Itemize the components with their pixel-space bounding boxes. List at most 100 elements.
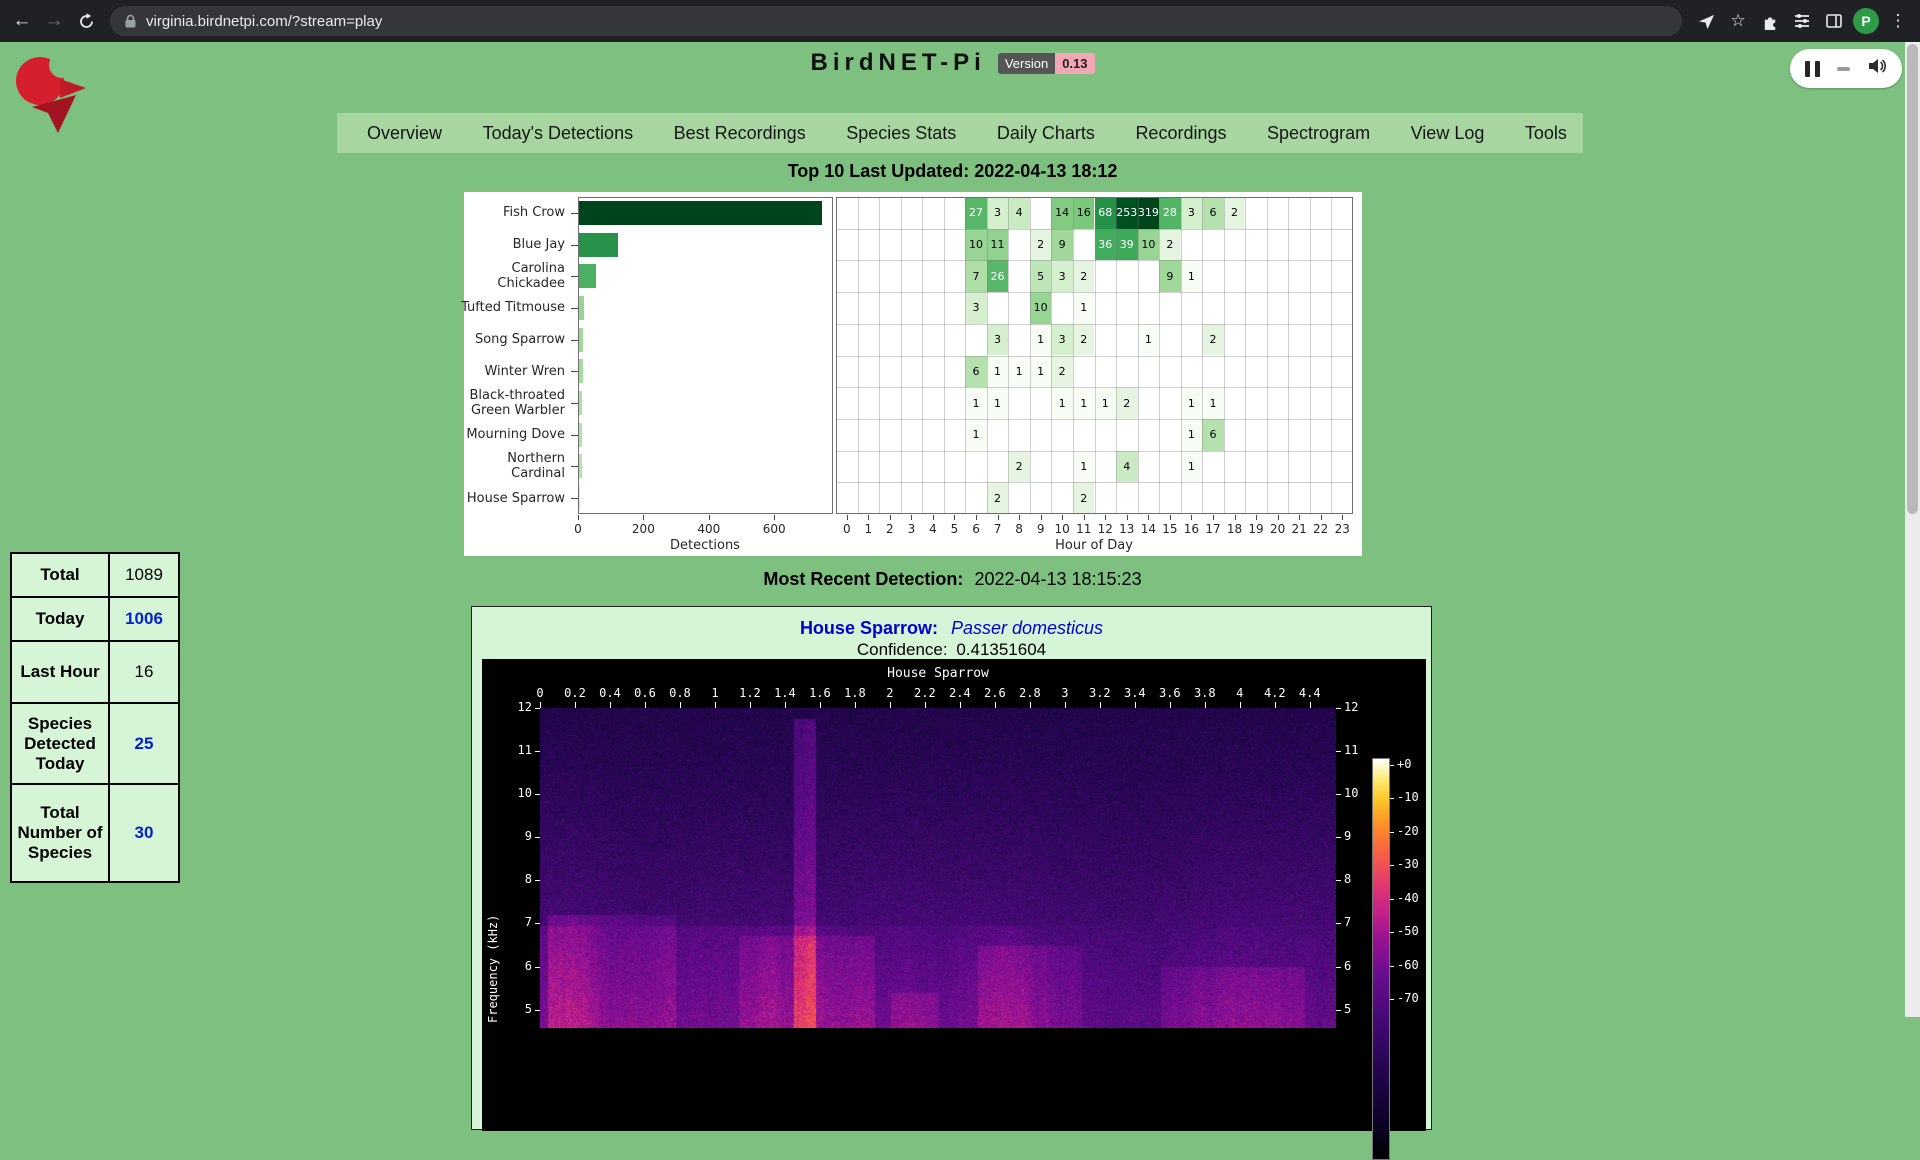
birdnet-logo	[10, 51, 100, 144]
spec-freq-label-left: 8	[488, 872, 532, 886]
heatmap-xtick	[890, 515, 891, 520]
bar-category-label: Mourning Dove	[431, 427, 565, 442]
side-panel-icon[interactable]	[1818, 5, 1850, 37]
pause-button[interactable]	[1805, 61, 1820, 77]
heatmap-cell: 3	[965, 292, 987, 324]
heatmap-xtick-label: 15	[1158, 522, 1182, 536]
spectrogram-image: House Sparrow Frequency (kHz) 00.20.40.6…	[482, 659, 1426, 1131]
nav-item-overview[interactable]: Overview	[367, 123, 442, 144]
nav-item-view-log[interactable]: View Log	[1411, 123, 1485, 144]
heatmap-xtick-label: 20	[1266, 522, 1290, 536]
heatmap-xtick-label: 6	[964, 522, 988, 536]
spec-freq-tick	[1336, 794, 1341, 795]
spec-time-tick	[1205, 702, 1206, 708]
spec-freq-label-left: 7	[488, 915, 532, 929]
heatmap-cell: 2	[1008, 451, 1030, 483]
detection-species-line: House Sparrow: Passer domesticus	[472, 618, 1431, 639]
heatmap-xtick	[1235, 515, 1236, 520]
heatmap-xtick	[1321, 515, 1322, 520]
stats-row: Today1006	[11, 597, 179, 641]
bar	[579, 264, 596, 288]
heatmap-xtick	[911, 515, 912, 520]
spec-time-tick	[785, 702, 786, 708]
scientific-name-link[interactable]: Passer domesticus	[951, 618, 1103, 638]
spec-colorbar-label: -10	[1397, 790, 1419, 804]
bar-category-label: Tufted Titmouse	[431, 300, 565, 315]
url-bar[interactable]: virginia.birdnetpi.com/?stream=play	[110, 6, 1682, 36]
heatmap-cell: 68	[1095, 197, 1117, 229]
heatmap-xtick-label: 5	[942, 522, 966, 536]
spectrogram-title: House Sparrow	[540, 666, 1336, 681]
heatmap-cell: 319	[1138, 197, 1160, 229]
forward-button[interactable]: →	[38, 5, 70, 37]
heatmap-cell: 1	[1095, 387, 1117, 419]
page-scrollbar[interactable]	[1905, 42, 1920, 1017]
nav-item-today-s-detections[interactable]: Today's Detections	[483, 123, 634, 144]
heatmap-xtick	[1191, 515, 1192, 520]
stat-label: Total Number of Species	[11, 784, 109, 882]
scrollbar-thumb[interactable]	[1907, 44, 1918, 514]
nav-item-daily-charts[interactable]: Daily Charts	[997, 123, 1095, 144]
heatmap-xtick-label: 13	[1115, 522, 1139, 536]
spec-time-tick	[750, 702, 751, 708]
recent-detection-label: Most Recent Detection:	[763, 569, 963, 589]
reading-list-icon[interactable]	[1786, 5, 1818, 37]
heatmap-xtick	[1278, 515, 1279, 520]
heatmap-xtick-label: 11	[1072, 522, 1096, 536]
browser-menu-icon[interactable]: ⋮	[1882, 5, 1914, 37]
spec-colorbar-label: -40	[1397, 891, 1419, 905]
spec-time-label: 0.4	[590, 686, 630, 700]
heatmap-xtick-label: 0	[835, 522, 859, 536]
nav-item-recordings[interactable]: Recordings	[1135, 123, 1226, 144]
heatmap-cell: 2	[1073, 482, 1095, 514]
heatmap-cell: 1	[987, 387, 1009, 419]
bar-xtick	[643, 515, 644, 520]
audio-player[interactable]	[1790, 49, 1902, 88]
bar-ytick	[571, 435, 578, 436]
spec-time-label: 2.6	[975, 686, 1015, 700]
stat-value[interactable]: 30	[109, 784, 179, 882]
share-icon[interactable]	[1690, 5, 1722, 37]
heatmap-xtick	[933, 515, 934, 520]
bar-ytick	[571, 245, 578, 246]
recent-detection-value: 2022-04-13 18:15:23	[974, 569, 1141, 589]
spec-freq-label-left: 9	[488, 829, 532, 843]
extensions-icon[interactable]	[1754, 5, 1786, 37]
species-link[interactable]: House Sparrow:	[800, 618, 938, 638]
heatmap-xtick	[998, 515, 999, 520]
top10-heading: Top 10 Last Updated: 2022-04-13 18:12	[0, 161, 1905, 182]
bar-xtick	[578, 515, 579, 520]
nav-item-species-stats[interactable]: Species Stats	[846, 123, 956, 144]
spec-freq-label-left: 12	[488, 700, 532, 714]
bar	[579, 454, 582, 478]
heatmap-cell: 2	[1030, 229, 1052, 261]
bookmark-star-icon[interactable]: ☆	[1722, 5, 1754, 37]
spec-freq-label-right: 7	[1344, 915, 1384, 929]
spec-freq-label-right: 9	[1344, 829, 1384, 843]
stat-value[interactable]: 25	[109, 703, 179, 784]
heatmap-cell: 39	[1116, 229, 1138, 261]
app-title: BirdNET-Pi	[810, 49, 985, 77]
nav-item-tools[interactable]: Tools	[1525, 123, 1567, 144]
spec-freq-tick	[1336, 837, 1341, 838]
bar-category-label: House Sparrow	[431, 491, 565, 506]
nav-item-spectrogram[interactable]: Spectrogram	[1267, 123, 1370, 144]
bar-ytick	[571, 340, 578, 341]
mute-button[interactable]	[1867, 57, 1887, 80]
reload-button[interactable]	[70, 5, 102, 37]
spec-freq-tick	[1336, 880, 1341, 881]
stat-value[interactable]: 1006	[109, 597, 179, 641]
heatmap-xtick-label: 2	[878, 522, 902, 536]
nav-item-best-recordings[interactable]: Best Recordings	[674, 123, 806, 144]
spec-freq-tick	[1336, 751, 1341, 752]
spec-freq-label-left: 6	[488, 959, 532, 973]
heatmap-cell: 1	[1030, 356, 1052, 388]
spec-time-tick	[1170, 702, 1171, 708]
heatmap-gridline	[836, 482, 1353, 483]
bar-xtick-label: 400	[689, 522, 729, 536]
profile-avatar[interactable]: P	[1850, 5, 1882, 37]
spec-freq-label-right: 10	[1344, 786, 1384, 800]
tune-icon	[1793, 12, 1811, 30]
back-button[interactable]: ←	[6, 5, 38, 37]
stat-label: Species Detected Today	[11, 703, 109, 784]
